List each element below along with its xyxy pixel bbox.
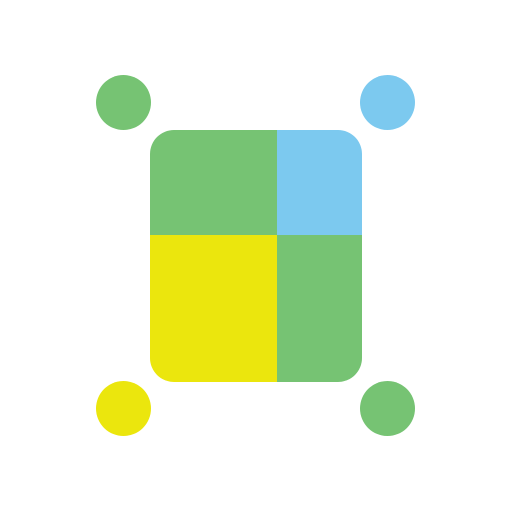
top-left-dot xyxy=(96,75,151,130)
logo-grid-icon xyxy=(150,130,362,382)
logo-canvas xyxy=(0,0,512,512)
top-left-tile xyxy=(150,130,277,235)
top-right-dot xyxy=(360,75,415,130)
bottom-left-dot xyxy=(96,381,151,436)
top-right-tile xyxy=(277,130,362,235)
bottom-right-dot xyxy=(360,381,415,436)
bottom-right-tile xyxy=(277,235,362,382)
bottom-left-tile xyxy=(150,235,277,382)
